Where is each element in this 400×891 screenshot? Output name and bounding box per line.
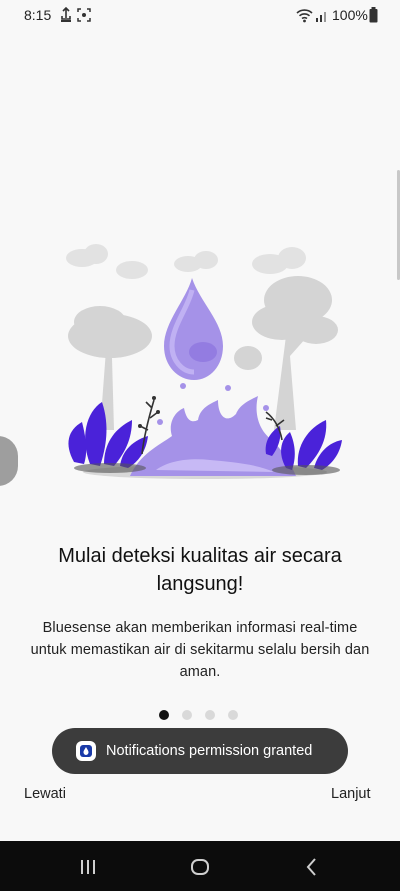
page-indicator-dot-3[interactable] [205, 710, 215, 720]
page-indicator [159, 710, 238, 720]
back-button[interactable] [300, 855, 324, 879]
next-button[interactable]: Lanjut [331, 786, 371, 802]
status-time: 8:15 [24, 7, 52, 23]
app-icon [76, 741, 96, 761]
onboarding-screen: 8:15 100% Mulai deteksi kualitas air sec… [0, 0, 400, 891]
water-drop-splash-illustration [66, 244, 342, 479]
recents-button[interactable] [76, 855, 100, 879]
screenshot-icon [77, 8, 91, 22]
battery-icon [369, 7, 378, 23]
wifi-icon [296, 9, 313, 23]
signal-icon [316, 12, 326, 22]
edge-panel-handle[interactable] [0, 436, 18, 486]
skip-button[interactable]: Lewati [24, 786, 66, 802]
battery-percentage: 100% [332, 7, 368, 23]
onboarding-description: Bluesense akan memberikan informasi real… [30, 620, 370, 680]
system-navigation-bar [0, 841, 400, 891]
notification-toast: Notifications permission granted [52, 728, 348, 774]
page-indicator-dot-1[interactable] [159, 710, 169, 720]
usb-debug-icon [61, 7, 71, 22]
page-indicator-dot-4[interactable] [228, 710, 238, 720]
status-bar: 8:15 100% [0, 0, 400, 30]
page-indicator-dot-2[interactable] [182, 710, 192, 720]
toast-message: Notifications permission granted [106, 743, 313, 759]
home-button[interactable] [188, 855, 212, 879]
onboarding-title: Mulai deteksi kualitas air secara langsu… [58, 545, 342, 595]
